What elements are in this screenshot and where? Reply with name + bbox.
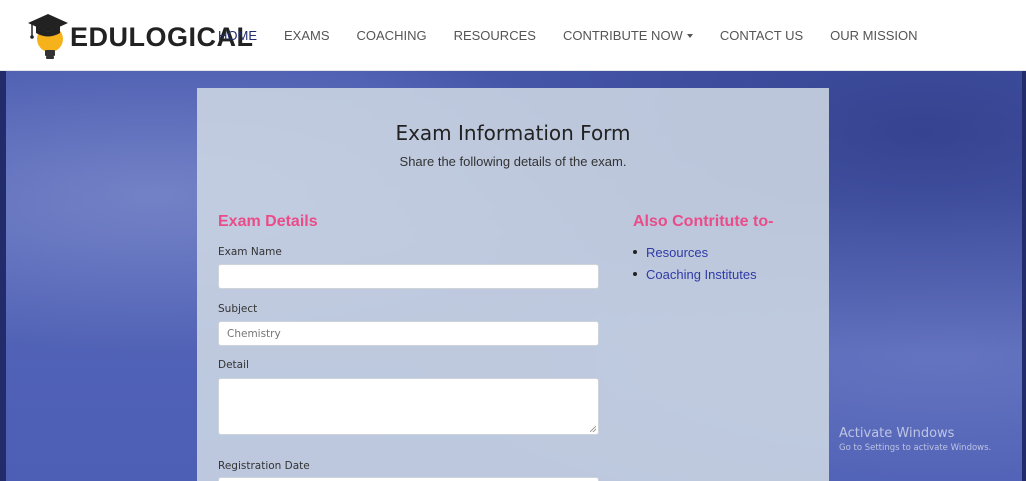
bullet-icon bbox=[633, 272, 637, 276]
watermark-title: Activate Windows bbox=[839, 426, 955, 441]
watermark-subtitle: Go to Settings to activate Windows. bbox=[839, 443, 992, 453]
activate-windows-watermark: Activate Windows Go to Settings to activ… bbox=[839, 426, 991, 453]
registration-date-input[interactable] bbox=[218, 477, 599, 481]
subject-input[interactable] bbox=[218, 321, 599, 346]
graduation-cap-bulb-icon bbox=[26, 12, 70, 62]
subject-label: Subject bbox=[218, 303, 258, 315]
form-subtitle: Share the following details of the exam. bbox=[399, 154, 627, 169]
exam-form-card: Exam Information Form Share the followin… bbox=[197, 88, 829, 481]
caret-down-icon bbox=[686, 34, 693, 38]
nav-our-mission[interactable]: OUR MISSION bbox=[830, 28, 917, 43]
right-edge-strip bbox=[1022, 71, 1026, 481]
exam-name-label: Exam Name bbox=[218, 246, 282, 258]
exam-name-input[interactable] bbox=[218, 264, 599, 289]
exam-details-heading: Exam Details bbox=[218, 213, 318, 230]
resources-link[interactable]: Resources bbox=[646, 245, 708, 260]
main-nav: HOME EXAMS COACHING RESOURCES CONTRIBUTE… bbox=[218, 0, 945, 71]
list-item[interactable]: Coaching Institutes bbox=[633, 264, 757, 286]
left-edge-strip bbox=[0, 71, 6, 481]
nav-exams[interactable]: EXAMS bbox=[284, 28, 330, 43]
list-item[interactable]: Resources bbox=[633, 242, 757, 264]
top-navbar: EDULOGICAL HOME EXAMS COACHING RESOURCES… bbox=[0, 0, 1026, 71]
nav-home[interactable]: HOME bbox=[218, 28, 257, 43]
resize-grip-icon[interactable] bbox=[590, 426, 596, 432]
form-title: Exam Information Form bbox=[395, 121, 631, 145]
nav-coaching[interactable]: COACHING bbox=[357, 28, 427, 43]
also-contribute-heading: Also Contritute to- bbox=[633, 213, 774, 230]
coaching-institutes-link[interactable]: Coaching Institutes bbox=[646, 267, 757, 282]
nav-contribute-now[interactable]: CONTRIBUTE NOW bbox=[563, 28, 693, 43]
bullet-icon bbox=[633, 250, 637, 254]
detail-label: Detail bbox=[218, 359, 249, 371]
nav-resources[interactable]: RESOURCES bbox=[454, 28, 536, 43]
detail-textarea[interactable] bbox=[218, 378, 599, 435]
nav-contribute-now-label: CONTRIBUTE NOW bbox=[562, 28, 683, 43]
registration-date-label: Registration Date bbox=[218, 460, 310, 472]
contribute-links-list: Resources Coaching Institutes bbox=[633, 242, 757, 286]
nav-contact-us[interactable]: CONTACT US bbox=[720, 28, 803, 43]
